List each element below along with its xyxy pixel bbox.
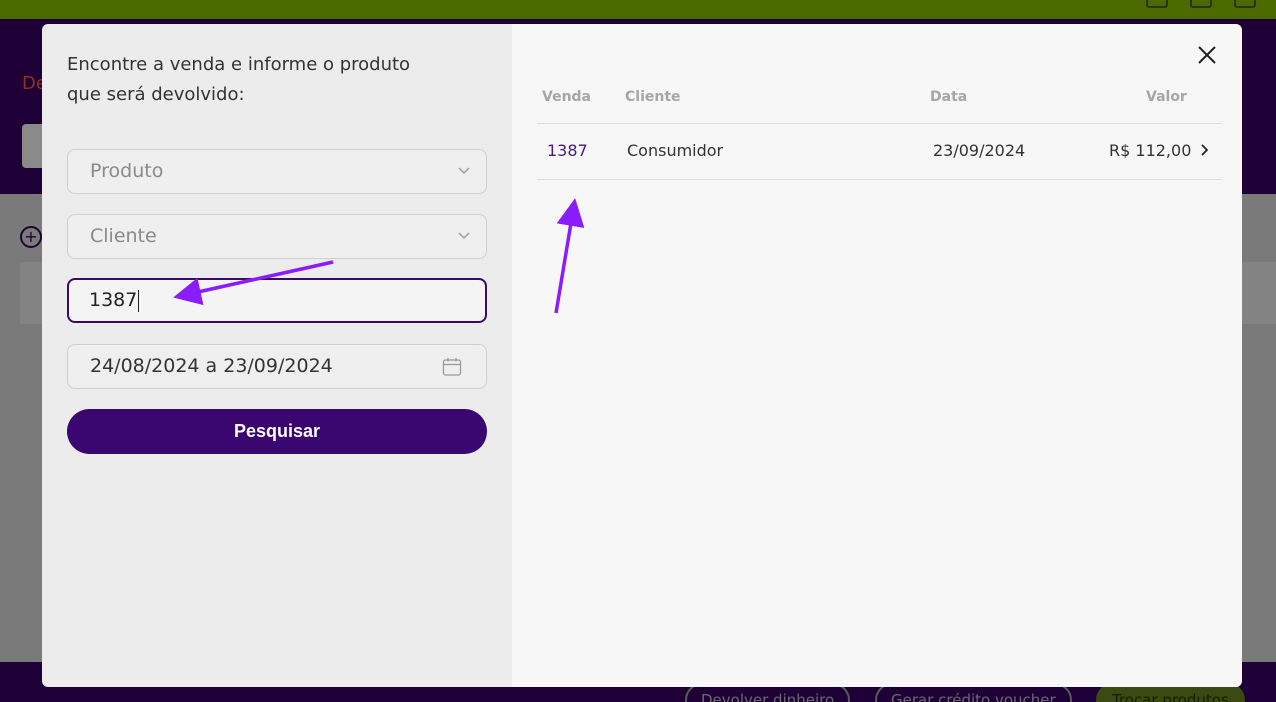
expand-icon[interactable] xyxy=(1146,0,1168,8)
sales-table: Venda Cliente Data Valor 1387 Consumidor… xyxy=(537,86,1222,180)
header-date: Data xyxy=(930,89,968,105)
client-name: Consumidor xyxy=(627,141,724,160)
sale-number-input[interactable]: 1387 xyxy=(67,278,487,323)
client-select[interactable]: Cliente xyxy=(67,214,487,259)
topbar-icons xyxy=(1146,0,1256,8)
header-client: Cliente xyxy=(625,89,681,105)
sale-date: 23/09/2024 xyxy=(933,141,1026,160)
product-select[interactable]: Produto xyxy=(67,149,487,194)
return-sale-modal: Encontre a venda e informe o produto que… xyxy=(42,24,1242,687)
calendar-icon[interactable] xyxy=(442,357,462,377)
product-placeholder: Produto xyxy=(90,160,164,182)
date-range-input[interactable]: 24/08/2024 a 23/09/2024 xyxy=(67,344,487,389)
plus-circle-icon: + xyxy=(20,226,42,248)
search-button[interactable]: Pesquisar xyxy=(67,409,487,454)
chevron-down-icon xyxy=(458,167,470,174)
sale-number-value: 1387 xyxy=(89,289,138,311)
client-placeholder: Cliente xyxy=(90,225,157,247)
header-sale: Venda xyxy=(542,89,591,105)
header-value: Valor xyxy=(1146,89,1187,105)
search-panel: Encontre a venda e informe o produto que… xyxy=(42,24,512,687)
chat-icon[interactable] xyxy=(1234,0,1256,8)
instructions-text: Encontre a venda e informe o produto que… xyxy=(67,54,411,105)
sale-value: R$ 112,00 xyxy=(1109,141,1192,160)
sale-number-link[interactable]: 1387 xyxy=(547,141,588,160)
calendar-icon[interactable] xyxy=(1190,0,1212,8)
date-range-value: 24/08/2024 a 23/09/2024 xyxy=(90,355,333,377)
chevron-right-icon[interactable] xyxy=(1200,144,1208,156)
text-caret xyxy=(138,289,140,312)
results-panel: Venda Cliente Data Valor 1387 Consumidor… xyxy=(512,24,1242,687)
chevron-down-icon xyxy=(458,232,470,239)
table-header: Venda Cliente Data Valor xyxy=(537,86,1222,124)
table-row[interactable]: 1387 Consumidor 23/09/2024 R$ 112,00 xyxy=(537,124,1222,180)
close-icon[interactable] xyxy=(1196,44,1218,66)
top-bar xyxy=(0,0,1276,19)
